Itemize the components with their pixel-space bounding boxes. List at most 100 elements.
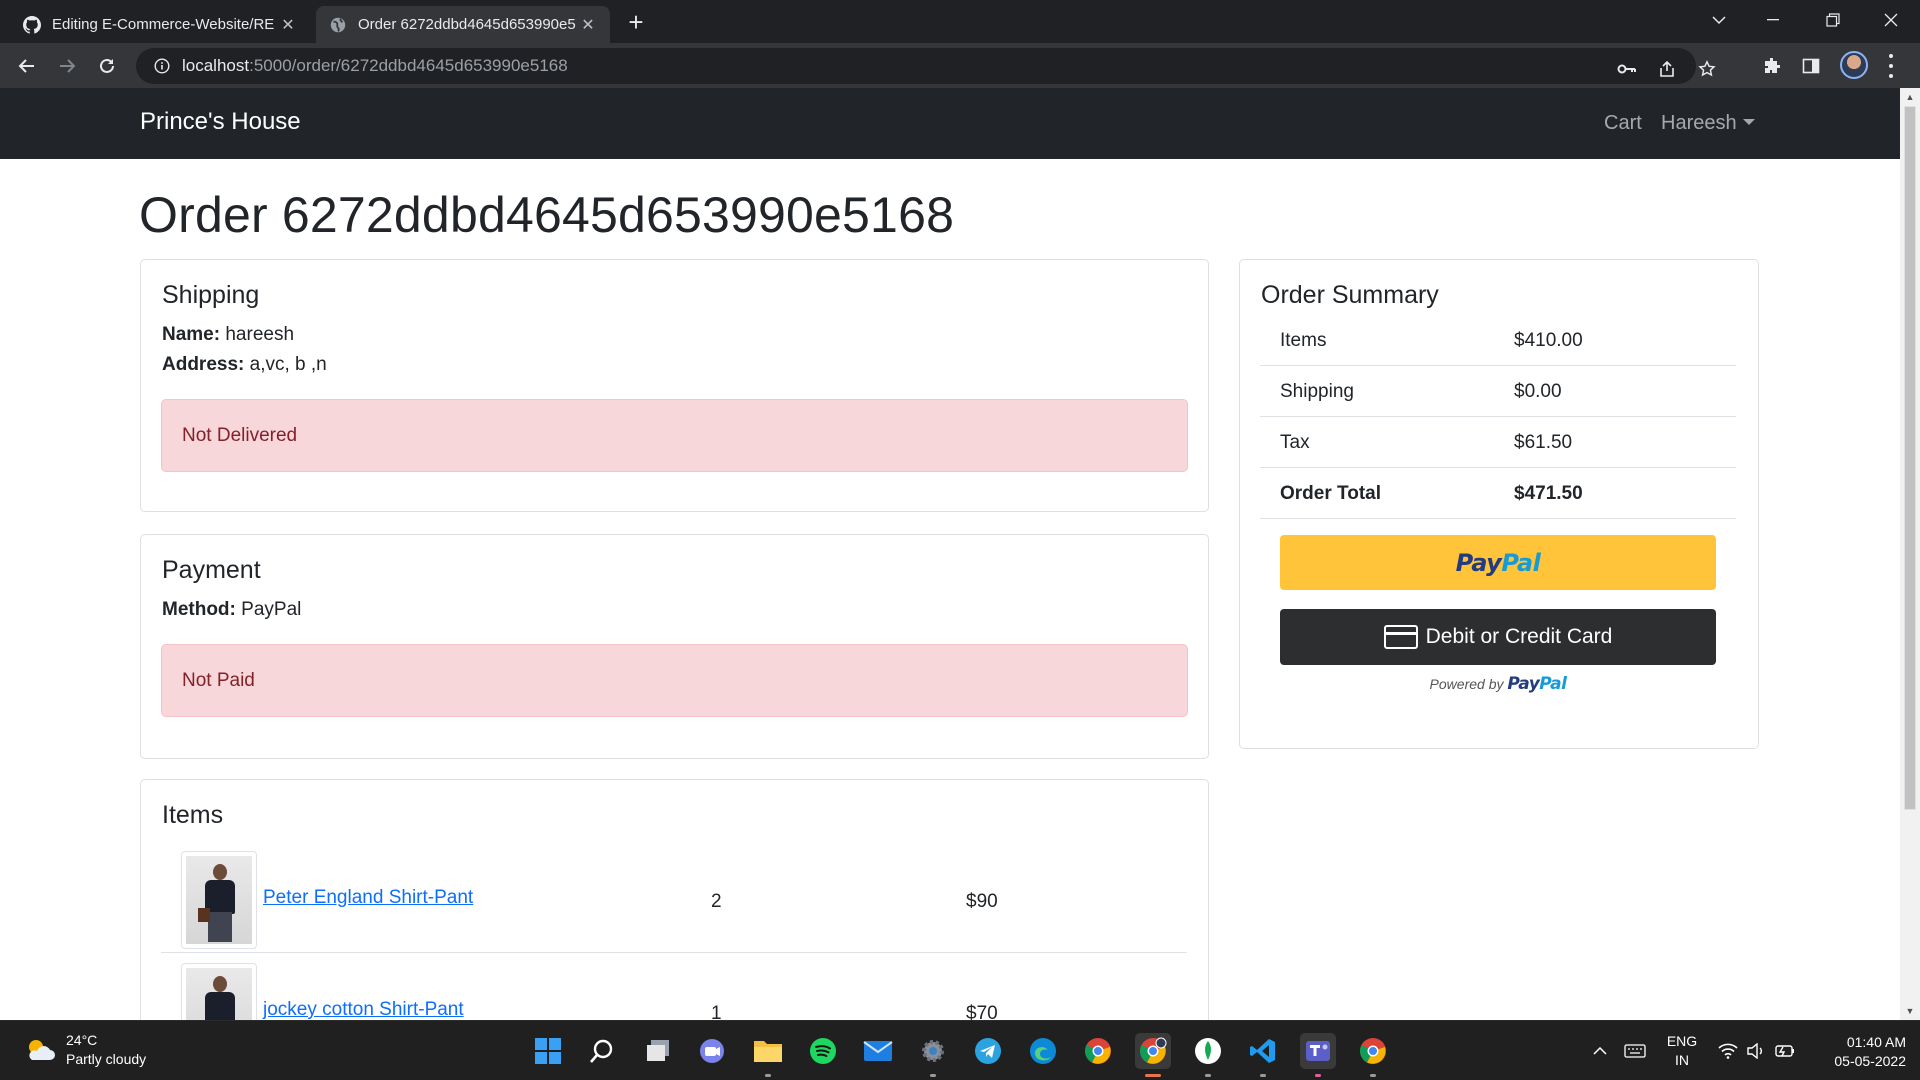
nav-cart-link[interactable]: Cart	[1604, 112, 1642, 135]
clock[interactable]: 01:40 AM 05-05-2022	[1806, 1033, 1906, 1071]
globe-icon	[328, 15, 348, 35]
clock-time: 01:40 AM	[1846, 1034, 1906, 1050]
start-icon[interactable]	[530, 1033, 566, 1069]
site-brand[interactable]: Prince's House	[140, 108, 301, 136]
key-icon[interactable]	[1614, 56, 1640, 82]
bookmark-star-icon[interactable]	[1694, 56, 1720, 82]
summary-label: Tax	[1280, 432, 1310, 453]
forward-icon[interactable]	[52, 51, 82, 81]
new-tab-button[interactable]: +	[622, 9, 650, 37]
region-code: IN	[1675, 1052, 1689, 1068]
tab-search-icon[interactable]	[1696, 0, 1742, 40]
tab-title: Order 6272ddbd4645d653990e5	[358, 16, 576, 33]
teams-chat-icon[interactable]	[694, 1033, 730, 1069]
scrollbar-thumb[interactable]	[1904, 106, 1916, 810]
shipping-card: Shipping Name: hareesh Address: a,vc, b …	[140, 259, 1209, 512]
card-button-label: Debit or Credit Card	[1425, 625, 1613, 648]
payment-method-line: Method: PayPal	[162, 599, 301, 621]
url-host: localhost	[182, 56, 250, 75]
item-price: $70	[966, 1003, 998, 1020]
search-icon[interactable]	[584, 1033, 620, 1069]
extensions-icon[interactable]	[1759, 53, 1785, 79]
summary-value: $471.50	[1514, 483, 1583, 504]
side-panel-icon[interactable]	[1798, 53, 1824, 79]
browser-menu-icon[interactable]	[1886, 54, 1896, 78]
summary-row-total: Order Total $471.50	[1260, 468, 1736, 519]
summary-label: Items	[1280, 330, 1327, 351]
window-close-icon[interactable]	[1868, 0, 1914, 40]
paypal-logo-small: PayPal	[1507, 674, 1567, 694]
mongodb-compass-icon[interactable]	[1190, 1033, 1226, 1077]
chrome-icon[interactable]	[1080, 1033, 1116, 1069]
battery-icon[interactable]	[1772, 1021, 1796, 1080]
spotify-icon[interactable]	[805, 1033, 841, 1069]
info-icon[interactable]	[152, 56, 172, 76]
wifi-icon[interactable]	[1716, 1021, 1740, 1080]
show-hidden-icons-icon[interactable]	[1588, 1021, 1612, 1080]
item-price: $90	[966, 891, 998, 912]
summary-value: $61.50	[1514, 432, 1573, 453]
summary-value: $410.00	[1514, 330, 1583, 351]
teams-icon[interactable]	[1300, 1033, 1336, 1077]
page-scrollbar[interactable]: ▲ ▼	[1900, 88, 1920, 1020]
delivery-status: Not Delivered	[182, 424, 298, 446]
address-bar[interactable]: localhost:5000/order/6272ddbd4645d653990…	[136, 48, 1716, 84]
payment-method: PayPal	[241, 599, 302, 620]
caret-down-icon	[1742, 118, 1755, 125]
nav-user-dropdown[interactable]: Hareesh	[1661, 112, 1755, 135]
restore-icon[interactable]	[1810, 0, 1856, 40]
shipping-heading: Shipping	[162, 281, 260, 309]
product-link[interactable]: Peter England Shirt-Pant	[263, 887, 473, 909]
temperature: 24°C	[66, 1032, 98, 1048]
back-icon[interactable]	[12, 51, 42, 81]
site-navbar: Prince's House Cart Hareesh	[0, 88, 1900, 159]
summary-heading: Order Summary	[1261, 281, 1439, 309]
summary-row-items: Items $410.00	[1260, 315, 1736, 366]
paypal-button[interactable]: PayPal	[1280, 535, 1716, 590]
items-heading: Items	[162, 801, 224, 829]
scroll-down-icon[interactable]: ▼	[1900, 1002, 1920, 1020]
tab-editing-readme[interactable]: Editing E-Commerce-Website/RE ✕	[10, 6, 310, 43]
weather-condition: Partly cloudy	[66, 1051, 147, 1067]
github-icon	[22, 15, 42, 35]
chrome-profile-icon[interactable]	[1135, 1033, 1171, 1077]
chrome-secondary-icon[interactable]	[1355, 1033, 1391, 1077]
clock-date: 05-05-2022	[1834, 1053, 1906, 1069]
close-icon[interactable]: ✕	[278, 15, 298, 35]
debit-credit-card-button[interactable]: Debit or Credit Card	[1280, 609, 1716, 665]
url-path: :5000/order/6272ddbd4645d653990e5168	[249, 56, 568, 75]
tab-order[interactable]: Order 6272ddbd4645d653990e5 ✕	[316, 6, 610, 43]
share-icon[interactable]	[1654, 56, 1680, 82]
mail-icon[interactable]	[860, 1033, 896, 1069]
item-quantity: 1	[711, 1003, 722, 1020]
summary-row-tax: Tax $61.50	[1260, 417, 1736, 468]
settings-gear-icon[interactable]	[915, 1033, 951, 1077]
file-explorer-icon[interactable]	[750, 1033, 786, 1077]
product-image	[181, 963, 257, 1020]
table-row: jockey cotton Shirt-Pant 1 $70	[161, 953, 1187, 1020]
credit-card-icon	[1383, 625, 1418, 649]
shipping-name: hareesh	[225, 324, 295, 345]
task-view-icon[interactable]	[640, 1033, 676, 1069]
reload-icon[interactable]	[92, 51, 122, 81]
partly-cloudy-icon	[29, 1040, 55, 1060]
minimize-icon[interactable]	[1750, 0, 1796, 40]
vscode-icon[interactable]	[1245, 1033, 1281, 1077]
browser-tabstrip: Editing E-Commerce-Website/RE ✕ Order 62…	[0, 0, 1920, 43]
paypal-logo: PayPal	[1455, 548, 1541, 577]
product-link[interactable]: jockey cotton Shirt-Pant	[263, 999, 464, 1020]
profile-avatar[interactable]	[1840, 51, 1868, 79]
close-icon[interactable]: ✕	[578, 15, 598, 35]
powered-by-label: Powered by	[1429, 676, 1504, 692]
keyboard-icon[interactable]	[1620, 1021, 1650, 1080]
scroll-up-icon[interactable]: ▲	[1900, 88, 1920, 106]
volume-icon[interactable]	[1744, 1021, 1768, 1080]
page-title: Order 6272ddbd4645d653990e5168	[139, 187, 955, 243]
browser-toolbar: localhost:5000/order/6272ddbd4645d653990…	[0, 43, 1920, 88]
weather-widget[interactable]: 24°C Partly cloudy	[24, 1031, 146, 1069]
input-language[interactable]: ENG IN	[1658, 1021, 1706, 1080]
telegram-icon[interactable]	[970, 1033, 1006, 1069]
nav-user-label: Hareesh	[1661, 112, 1737, 134]
summary-row-shipping: Shipping $0.00	[1260, 366, 1736, 417]
edge-icon[interactable]	[1025, 1033, 1061, 1069]
